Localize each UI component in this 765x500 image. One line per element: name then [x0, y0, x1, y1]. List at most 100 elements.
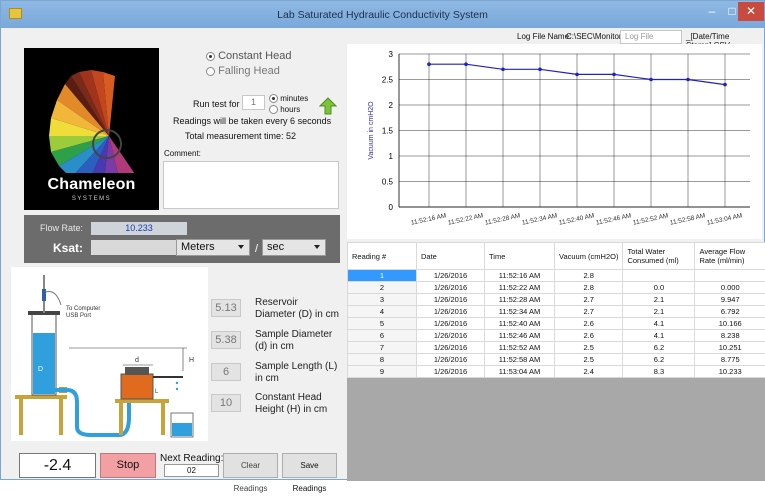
stop-button[interactable]: Stop — [100, 453, 156, 478]
table-cell[interactable]: 11:52:46 AM — [485, 330, 555, 342]
table-cell[interactable]: 6 — [348, 330, 417, 342]
table-cell[interactable]: 2.7 — [555, 294, 623, 306]
table-cell[interactable]: 2.6 — [555, 318, 623, 330]
table-cell[interactable]: 11:52:40 AM — [485, 318, 555, 330]
table-cell[interactable]: 11:52:34 AM — [485, 306, 555, 318]
table-cell[interactable]: 2.4 — [555, 366, 623, 378]
log-file-label: Log File Name: — [517, 32, 571, 41]
ksat-value-field — [91, 240, 187, 255]
reservoir-diameter-input[interactable]: 5.13 — [211, 299, 241, 317]
table-cell[interactable]: 11:52:22 AM — [485, 282, 555, 294]
clear-readings-button[interactable]: Clear Readings — [223, 453, 278, 478]
table-cell[interactable]: 1 — [348, 270, 417, 282]
log-file-input[interactable]: Log File — [620, 30, 682, 44]
table-cell[interactable]: 2 — [348, 282, 417, 294]
table-cell[interactable]: 1/26/2016 — [417, 282, 485, 294]
hours-radio[interactable]: hours — [269, 105, 300, 114]
x-tick-label: 11:53:04 AM — [706, 212, 743, 226]
table-cell[interactable]: 1/26/2016 — [417, 342, 485, 354]
length-unit-select[interactable]: Meters — [176, 239, 250, 256]
comment-textarea[interactable] — [163, 161, 339, 209]
table-cell[interactable]: 10.233 — [695, 366, 765, 378]
table-cell[interactable]: 6.792 — [695, 306, 765, 318]
table-cell[interactable]: 6.2 — [623, 354, 695, 366]
col-header[interactable]: Total Water Consumed (ml) — [623, 243, 695, 270]
table-row[interactable]: 21/26/201611:52:22 AM2.80.00.000 — [348, 282, 765, 294]
table-cell[interactable]: 8 — [348, 354, 417, 366]
x-tick-label: 11:52:34 AM — [521, 212, 558, 226]
table-cell[interactable] — [695, 270, 765, 282]
table-row[interactable]: 71/26/201611:52:52 AM2.56.210.251 — [348, 342, 765, 354]
table-cell[interactable]: 1/26/2016 — [417, 318, 485, 330]
table-row[interactable]: 41/26/201611:52:34 AM2.72.16.792 — [348, 306, 765, 318]
save-readings-button[interactable]: Save Readings — [282, 453, 337, 478]
col-header[interactable]: Time — [485, 243, 555, 270]
table-row[interactable]: 51/26/201611:52:40 AM2.64.110.166 — [348, 318, 765, 330]
table-cell[interactable]: 4.1 — [623, 330, 695, 342]
time-unit-value: sec — [267, 241, 284, 253]
col-header[interactable]: Reading # — [348, 243, 417, 270]
table-row[interactable]: 11/26/201611:52:16 AM2.8 — [348, 270, 765, 282]
flow-rate-value: 10.233 — [91, 222, 187, 235]
run-test-label: Run test for — [193, 99, 240, 109]
table-cell[interactable]: 9 — [348, 366, 417, 378]
table-cell[interactable]: 11:52:16 AM — [485, 270, 555, 282]
sample-diameter-input[interactable]: 5.38 — [211, 331, 241, 349]
table-cell[interactable]: 2.5 — [555, 354, 623, 366]
table-cell[interactable]: 2.7 — [555, 306, 623, 318]
readings-table: Reading # Date Time Vacuum (cmH2O) Total… — [347, 242, 765, 378]
table-cell[interactable]: 3 — [348, 294, 417, 306]
table-cell[interactable]: 0.0 — [623, 282, 695, 294]
table-cell[interactable]: 10.251 — [695, 342, 765, 354]
table-cell[interactable] — [623, 270, 695, 282]
table-cell[interactable]: 2.1 — [623, 306, 695, 318]
table-cell[interactable]: 9.947 — [695, 294, 765, 306]
table-cell[interactable]: 2.5 — [555, 342, 623, 354]
table-cell[interactable]: 11:53:04 AM — [485, 366, 555, 378]
minutes-radio[interactable]: minutes — [269, 94, 308, 103]
table-cell[interactable]: 5 — [348, 318, 417, 330]
table-header-row: Reading # Date Time Vacuum (cmH2O) Total… — [348, 243, 765, 270]
col-header[interactable]: Date — [417, 243, 485, 270]
table-cell[interactable]: 6.2 — [623, 342, 695, 354]
table-cell[interactable]: 11:52:58 AM — [485, 354, 555, 366]
table-cell[interactable]: 0.000 — [695, 282, 765, 294]
table-row[interactable]: 61/26/201611:52:46 AM2.64.18.238 — [348, 330, 765, 342]
col-header[interactable]: Vacuum (cmH2O) — [555, 243, 623, 270]
table-cell[interactable]: 1/26/2016 — [417, 354, 485, 366]
constant-head-radio[interactable]: Constant Head — [206, 50, 291, 62]
table-cell[interactable]: 8.238 — [695, 330, 765, 342]
table-cell[interactable]: 1/26/2016 — [417, 330, 485, 342]
table-cell[interactable]: 8.3 — [623, 366, 695, 378]
table-cell[interactable]: 2.1 — [623, 294, 695, 306]
table-cell[interactable]: 11:52:28 AM — [485, 294, 555, 306]
svg-text:H: H — [189, 357, 194, 364]
run-duration-input[interactable]: 1 — [242, 95, 265, 110]
table-cell[interactable]: 2.8 — [555, 270, 623, 282]
x-tick-label: 11:52:40 AM — [558, 212, 595, 226]
table-row[interactable]: 31/26/201611:52:28 AM2.72.19.947 — [348, 294, 765, 306]
table-cell[interactable]: 1/26/2016 — [417, 306, 485, 318]
head-height-input[interactable]: 10 — [211, 394, 241, 412]
table-cell[interactable]: 1/26/2016 — [417, 366, 485, 378]
table-cell[interactable]: 2.6 — [555, 330, 623, 342]
table-cell[interactable]: 4.1 — [623, 318, 695, 330]
table-cell[interactable]: 8.775 — [695, 354, 765, 366]
table-row[interactable]: 91/26/201611:53:04 AM2.48.310.233 — [348, 366, 765, 378]
table-row[interactable]: 81/26/201611:52:58 AM2.56.28.775 — [348, 354, 765, 366]
table-cell[interactable]: 10.166 — [695, 318, 765, 330]
table-cell[interactable]: 1/26/2016 — [417, 270, 485, 282]
falling-head-radio[interactable]: Falling Head — [206, 65, 280, 77]
col-header[interactable]: Average Flow Rate (ml/min) — [695, 243, 765, 270]
logo-fan-icon — [24, 48, 159, 173]
table-cell[interactable]: 11:52:52 AM — [485, 342, 555, 354]
table-cell[interactable]: 2.8 — [555, 282, 623, 294]
table-cell[interactable]: 4 — [348, 306, 417, 318]
sample-length-input[interactable]: 6 — [211, 363, 241, 381]
flow-rate-label: Flow Rate: — [40, 223, 83, 233]
time-unit-select[interactable]: sec — [262, 239, 326, 256]
upload-arrow-icon[interactable] — [319, 97, 337, 117]
close-button[interactable]: ✕ — [738, 2, 764, 21]
table-cell[interactable]: 7 — [348, 342, 417, 354]
table-cell[interactable]: 1/26/2016 — [417, 294, 485, 306]
